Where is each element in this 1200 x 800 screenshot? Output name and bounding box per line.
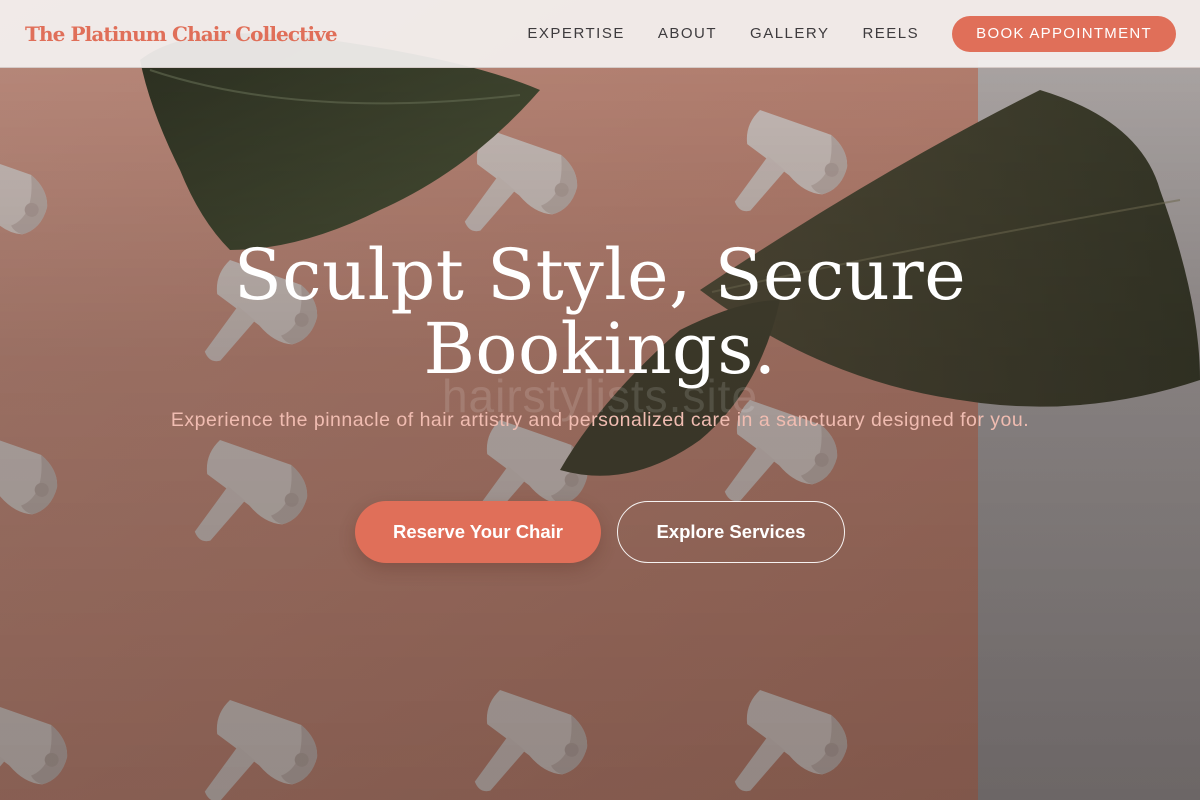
nav-link-reels[interactable]: REELS (862, 25, 919, 42)
nav-link-expertise[interactable]: EXPERTISE (527, 25, 624, 42)
hero-title: Sculpt Style, Secure Bookings. (100, 238, 1100, 386)
hero-subtitle: Experience the pinnacle of hair artistry… (170, 409, 1030, 431)
top-navbar: The Platinum Chair Collective EXPERTISE … (0, 0, 1200, 68)
nav-link-gallery[interactable]: GALLERY (750, 25, 829, 42)
brand-logo[interactable]: The Platinum Chair Collective (25, 22, 338, 46)
book-appointment-button[interactable]: BOOK APPOINTMENT (952, 15, 1176, 52)
hero-title-line-2: Bookings. (423, 308, 777, 390)
nav-link-about[interactable]: ABOUT (658, 25, 717, 42)
hero-title-line-1: Sculpt Style, Secure (233, 234, 967, 316)
hero-content: hairstylists.site Sculpt Style, Secure B… (0, 0, 1200, 800)
explore-services-button[interactable]: Explore Services (617, 501, 845, 563)
nav-links: EXPERTISE ABOUT GALLERY REELS BOOK APPOI… (527, 15, 1176, 52)
reserve-chair-button[interactable]: Reserve Your Chair (355, 501, 601, 563)
